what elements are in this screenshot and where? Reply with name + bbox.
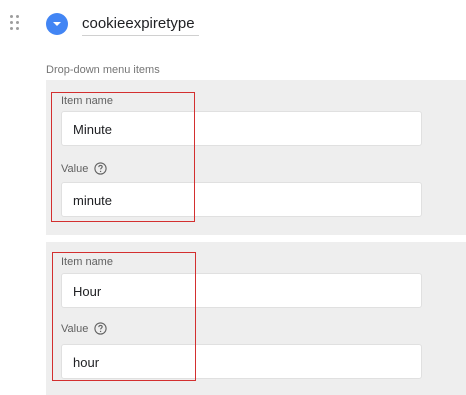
dropdown-item-card: Item name Hour Value hour (46, 242, 466, 395)
value-label: Value (61, 322, 107, 335)
section-label: Drop-down menu items (46, 64, 160, 76)
collapse-toggle-button[interactable] (46, 13, 68, 35)
drag-handle-icon[interactable] (10, 15, 20, 31)
value-input[interactable]: minute (61, 182, 422, 217)
value-label: Value (61, 162, 107, 175)
field-name-input[interactable]: cookieexpiretype (82, 13, 199, 36)
item-name-input[interactable]: Hour (61, 273, 422, 308)
help-circle-icon[interactable] (94, 162, 107, 175)
variable-editor: cookieexpiretype Drop-down menu items It… (0, 0, 466, 395)
value-input[interactable]: hour (61, 344, 422, 379)
item-name-label: Item name (61, 256, 113, 268)
dropdown-item-card: Item name Minute Value minute (46, 80, 466, 235)
chevron-down-icon (53, 22, 61, 26)
item-name-input[interactable]: Minute (61, 111, 422, 146)
item-name-label: Item name (61, 95, 113, 107)
help-circle-icon[interactable] (94, 322, 107, 335)
